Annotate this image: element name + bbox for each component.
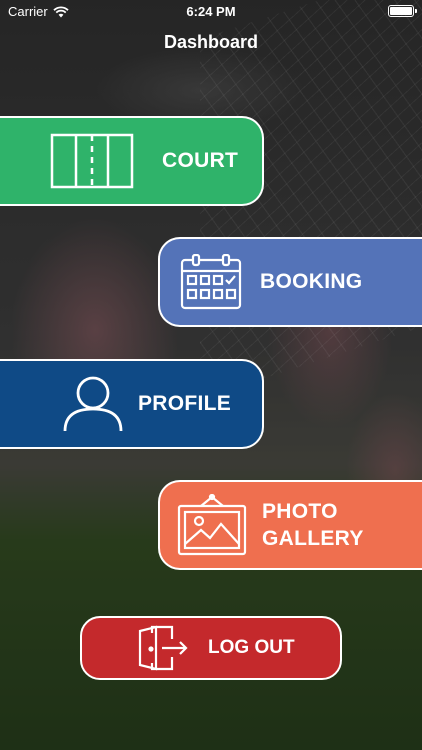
- calendar-icon: [178, 254, 244, 310]
- status-bar: Carrier 6:24 PM: [0, 0, 422, 22]
- status-time: 6:24 PM: [186, 4, 236, 19]
- battery-icon: [388, 5, 417, 17]
- booking-button[interactable]: BOOKING: [158, 237, 422, 327]
- picture-frame-icon: [176, 494, 248, 556]
- profile-label: PROFILE: [138, 392, 232, 415]
- logout-label: LOG OUT: [208, 637, 295, 658]
- booking-label: BOOKING: [260, 270, 363, 293]
- photo-gallery-label: PHOTO GALLERY: [262, 500, 364, 550]
- user-icon: [62, 375, 124, 433]
- page-title: Dashboard: [163, 32, 259, 52]
- court-button[interactable]: COURT: [0, 116, 264, 206]
- court-icon: [50, 133, 134, 189]
- court-label: COURT: [162, 149, 239, 172]
- photo-gallery-button[interactable]: PHOTO GALLERY: [158, 480, 422, 570]
- logout-button[interactable]: LOG OUT: [80, 616, 342, 680]
- exit-door-icon: [138, 625, 190, 671]
- profile-button[interactable]: PROFILE: [0, 359, 264, 449]
